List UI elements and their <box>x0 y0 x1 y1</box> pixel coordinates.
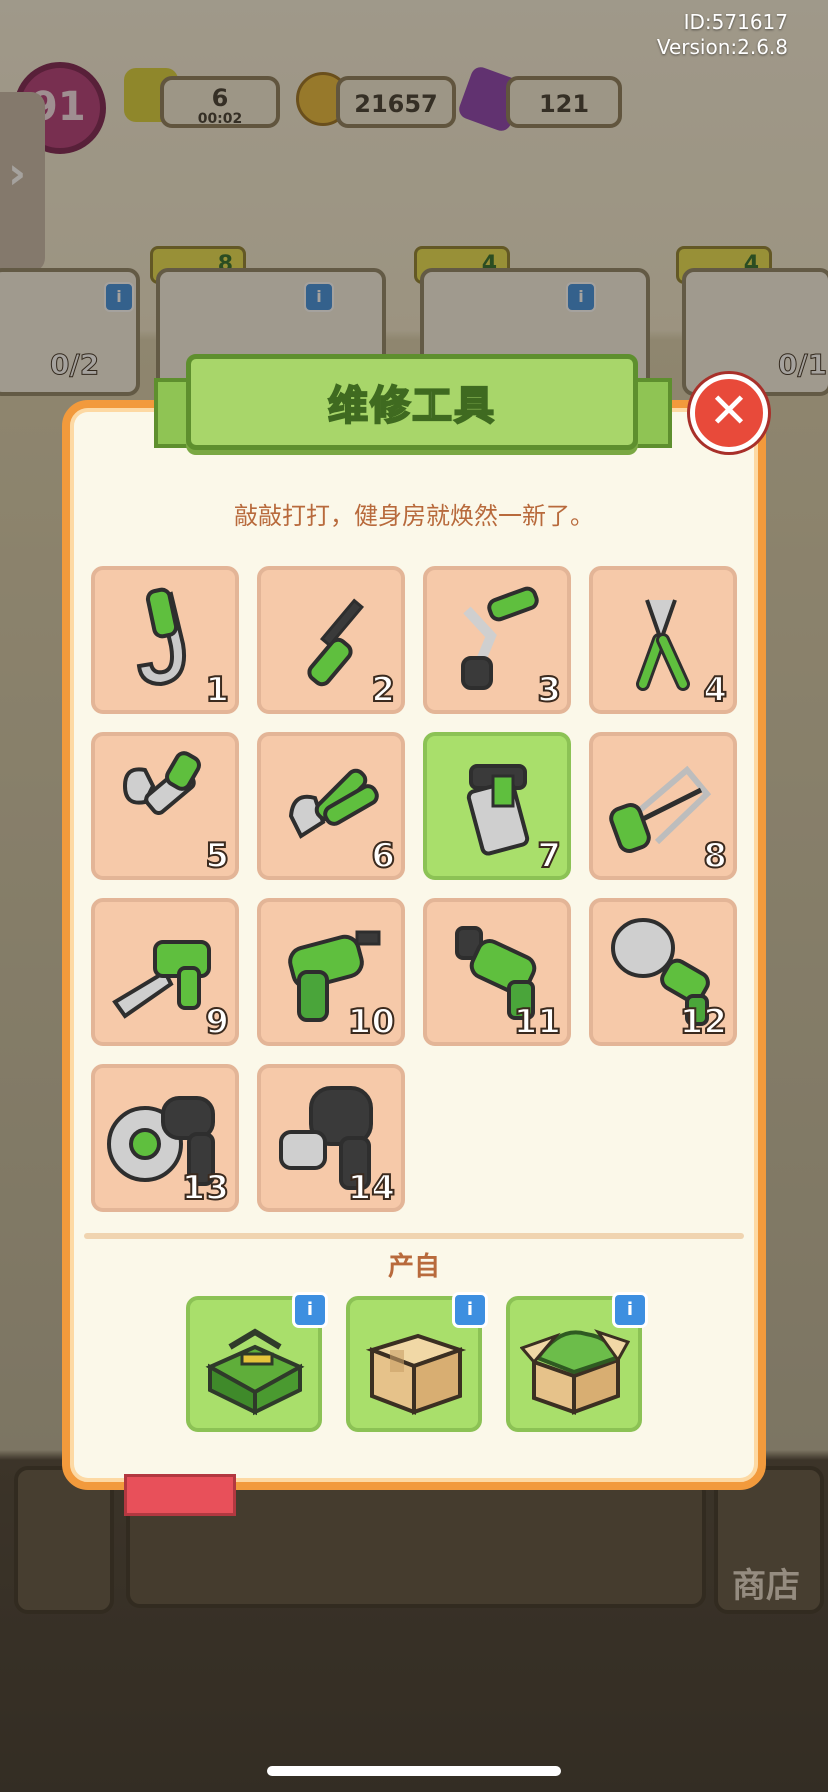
tool-tile-9[interactable]: 9 <box>91 898 239 1046</box>
tool-level-number: 9 <box>204 1001 230 1043</box>
tool-level-number: 3 <box>536 669 562 711</box>
tool-tile-2[interactable]: 2 <box>257 566 405 714</box>
tool-level-number: 11 <box>513 1001 562 1043</box>
tool-level-number: 4 <box>702 669 728 711</box>
tool-tile-5[interactable]: 5 <box>91 732 239 880</box>
info-icon[interactable]: i <box>612 1292 648 1328</box>
tool-tile-11[interactable]: 11 <box>423 898 571 1046</box>
tool-tile-8[interactable]: 8 <box>589 732 737 880</box>
green-toolbox-icon <box>205 1328 305 1416</box>
tool-tile-14[interactable]: 14 <box>257 1064 405 1212</box>
info-icon[interactable]: i <box>452 1292 488 1328</box>
tool-tile-4[interactable]: 4 <box>589 566 737 714</box>
ribbon-bookmark <box>124 1474 236 1516</box>
version-text: Version:2.6.8 <box>656 35 788 59</box>
home-indicator[interactable] <box>267 1766 561 1776</box>
tool-level-number: 12 <box>679 1001 728 1043</box>
source-cardboard-box[interactable]: i <box>346 1292 488 1432</box>
source-open-box[interactable]: i <box>506 1292 648 1432</box>
divider <box>84 1233 744 1239</box>
source-label: 产自 <box>387 1252 440 1282</box>
player-id: ID:571617 <box>683 10 788 34</box>
close-icon: ✕ <box>708 383 750 439</box>
tool-tile-12[interactable]: 12 <box>589 898 737 1046</box>
open-box-icon <box>520 1329 630 1415</box>
tool-tile-7[interactable]: 7 <box>423 732 571 880</box>
title-ribbon: 维修工具 <box>186 354 638 450</box>
tool-level-number: 2 <box>370 669 396 711</box>
tool-level-number: 1 <box>204 669 230 711</box>
dialog-description: 敲敲打打，健身房就焕然一新了。 <box>234 502 594 530</box>
tool-level-number: 13 <box>181 1167 230 1209</box>
cardboard-box-icon <box>365 1333 467 1415</box>
tool-tile-10[interactable]: 10 <box>257 898 405 1046</box>
tool-level-number: 14 <box>347 1167 396 1209</box>
tool-level-number: 6 <box>370 835 396 877</box>
source-green-toolbox[interactable]: i <box>186 1292 328 1432</box>
tool-level-number: 8 <box>702 835 728 877</box>
tool-tile-1[interactable]: 1 <box>91 566 239 714</box>
close-button[interactable]: ✕ <box>690 374 768 452</box>
tool-tile-13[interactable]: 13 <box>91 1064 239 1212</box>
tool-level-number: 7 <box>536 835 562 877</box>
build-info: ID:571617 Version:2.6.8 <box>657 10 788 60</box>
tool-level-number: 5 <box>204 835 230 877</box>
dialog-title: 维修工具 <box>327 382 496 430</box>
info-icon[interactable]: i <box>292 1292 328 1328</box>
tool-tile-3[interactable]: 3 <box>423 566 571 714</box>
tool-level-number: 10 <box>347 1001 396 1043</box>
tool-tile-6[interactable]: 6 <box>257 732 405 880</box>
